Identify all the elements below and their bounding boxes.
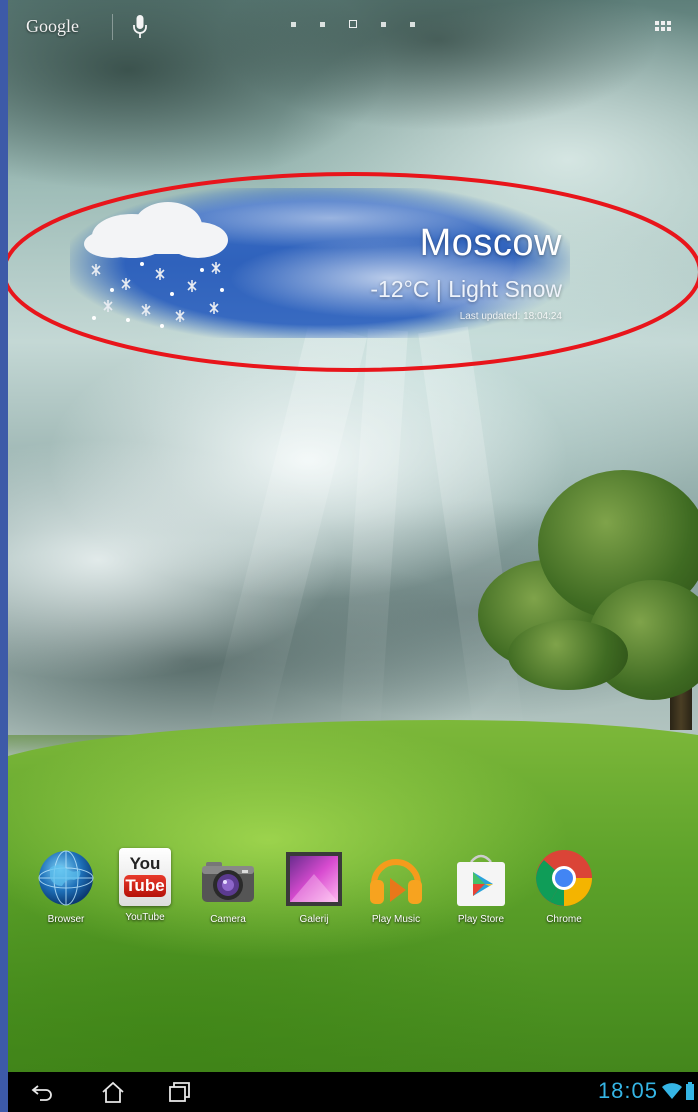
- dock-label: Browser: [47, 914, 85, 925]
- page-dot: [291, 22, 296, 27]
- dock-item-play-music[interactable]: Play Music: [358, 848, 434, 925]
- recent-apps-icon[interactable]: [166, 1080, 192, 1104]
- topbar-divider: [112, 14, 113, 40]
- play-music-icon: [370, 859, 422, 904]
- status-clock[interactable]: 18:05: [598, 1078, 658, 1104]
- app-dock: Browser You Tube YouTube Camera Galerij …: [8, 848, 698, 938]
- weather-condition: -12°C | Light Snow: [370, 276, 562, 302]
- page-dot: [320, 22, 325, 27]
- home-screen: Google Moscow -12°C | Light Snow Last up…: [8, 0, 698, 1112]
- dock-item-youtube[interactable]: You Tube YouTube: [107, 848, 183, 923]
- youtube-logo-text: Tube: [124, 875, 166, 897]
- dock-item-chrome[interactable]: Chrome: [526, 848, 602, 925]
- youtube-icon: You Tube: [119, 848, 171, 906]
- weather-city: Moscow: [419, 222, 562, 264]
- mic-icon[interactable]: [132, 14, 148, 40]
- back-icon[interactable]: [30, 1080, 56, 1104]
- dock-label: Play Music: [371, 914, 421, 925]
- dock-label: Camera: [210, 914, 246, 925]
- dock-label: Play Store: [457, 914, 505, 925]
- dock-item-browser[interactable]: Browser: [28, 848, 104, 925]
- browser-globe-icon: [38, 850, 94, 906]
- tree-canopy: [508, 620, 628, 690]
- page-indicator: [291, 20, 439, 28]
- dock-item-play-store[interactable]: Play Store: [443, 848, 519, 925]
- dock-label: YouTube: [125, 912, 165, 923]
- top-bar: Google: [8, 0, 698, 56]
- dock-label: Galerij: [299, 914, 329, 925]
- wifi-icon: [662, 1083, 682, 1099]
- page-dot: [410, 22, 415, 27]
- dock-item-gallery[interactable]: Galerij: [276, 848, 352, 925]
- chrome-icon: [536, 850, 592, 906]
- apps-grid-icon[interactable]: [655, 21, 671, 34]
- wallpaper: [8, 0, 698, 1112]
- play-store-icon: [457, 854, 505, 906]
- gallery-icon: [286, 852, 342, 906]
- youtube-logo-text: You: [129, 854, 161, 873]
- home-icon[interactable]: [100, 1080, 126, 1104]
- battery-icon: [686, 1082, 694, 1100]
- navigation-bar: 18:05: [8, 1072, 698, 1112]
- google-search-button[interactable]: Google: [26, 16, 79, 37]
- page-dot: [381, 22, 386, 27]
- dock-item-camera[interactable]: Camera: [190, 848, 266, 925]
- dock-label: Chrome: [546, 914, 582, 925]
- snow-cloud-icon: [84, 202, 228, 328]
- camera-icon: [202, 862, 254, 902]
- weather-last-updated: Last updated: 18:04:24: [459, 311, 562, 322]
- page-dot-current: [349, 20, 357, 28]
